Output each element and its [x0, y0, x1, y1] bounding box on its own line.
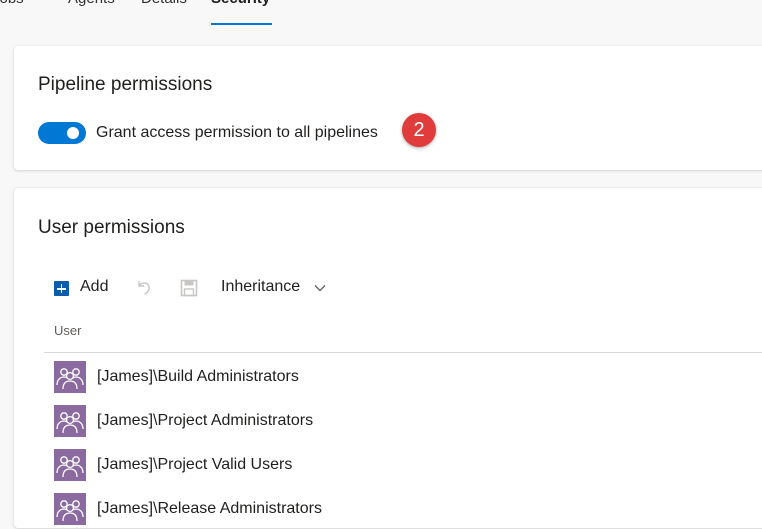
save-icon[interactable] — [179, 278, 199, 298]
user-permissions-title: User permissions — [38, 217, 185, 238]
user-name: [James]\Project Administrators — [97, 412, 314, 429]
group-icon — [54, 493, 86, 525]
inheritance-label: Inheritance — [221, 278, 301, 295]
add-label: Add — [80, 278, 109, 295]
user-permissions-card: User permissions Add Inheritance User [J… — [14, 188, 762, 528]
tab-security[interactable]: Security — [211, 0, 270, 9]
table-row[interactable]: [James]\Project Administrators — [54, 405, 754, 441]
table-row[interactable]: [James]\Release Administrators — [54, 493, 754, 529]
toggle-knob — [67, 127, 79, 139]
user-name: [James]\Project Valid Users — [97, 456, 293, 473]
group-icon — [54, 449, 86, 481]
user-name: [James]\Build Administrators — [97, 368, 299, 385]
header-divider — [44, 352, 762, 353]
user-name: [James]\Release Administrators — [97, 500, 322, 517]
active-tab-indicator — [211, 23, 272, 25]
tab-agents[interactable]: Agents — [68, 0, 115, 9]
undo-icon[interactable] — [134, 278, 154, 298]
tab-details[interactable]: Details — [141, 0, 187, 9]
grant-access-label: Grant access permission to all pipelines — [96, 124, 378, 141]
chevron-down-icon — [314, 285, 326, 292]
grant-access-toggle[interactable] — [38, 122, 86, 144]
step-number-badge: 2 — [402, 113, 436, 147]
column-header-user[interactable]: User — [54, 323, 81, 338]
add-icon — [54, 281, 69, 296]
tab-jobs[interactable]: Jobs — [0, 0, 24, 9]
group-icon — [54, 361, 86, 393]
tab-bar: Jobs Agents Details Security — [0, 0, 762, 26]
pipeline-permissions-card: Pipeline permissions Grant access permis… — [14, 46, 762, 170]
group-icon — [54, 405, 86, 437]
pipeline-permissions-title: Pipeline permissions — [38, 74, 213, 95]
table-row[interactable]: [James]\Build Administrators — [54, 361, 754, 397]
table-row[interactable]: [James]\Project Valid Users — [54, 449, 754, 485]
